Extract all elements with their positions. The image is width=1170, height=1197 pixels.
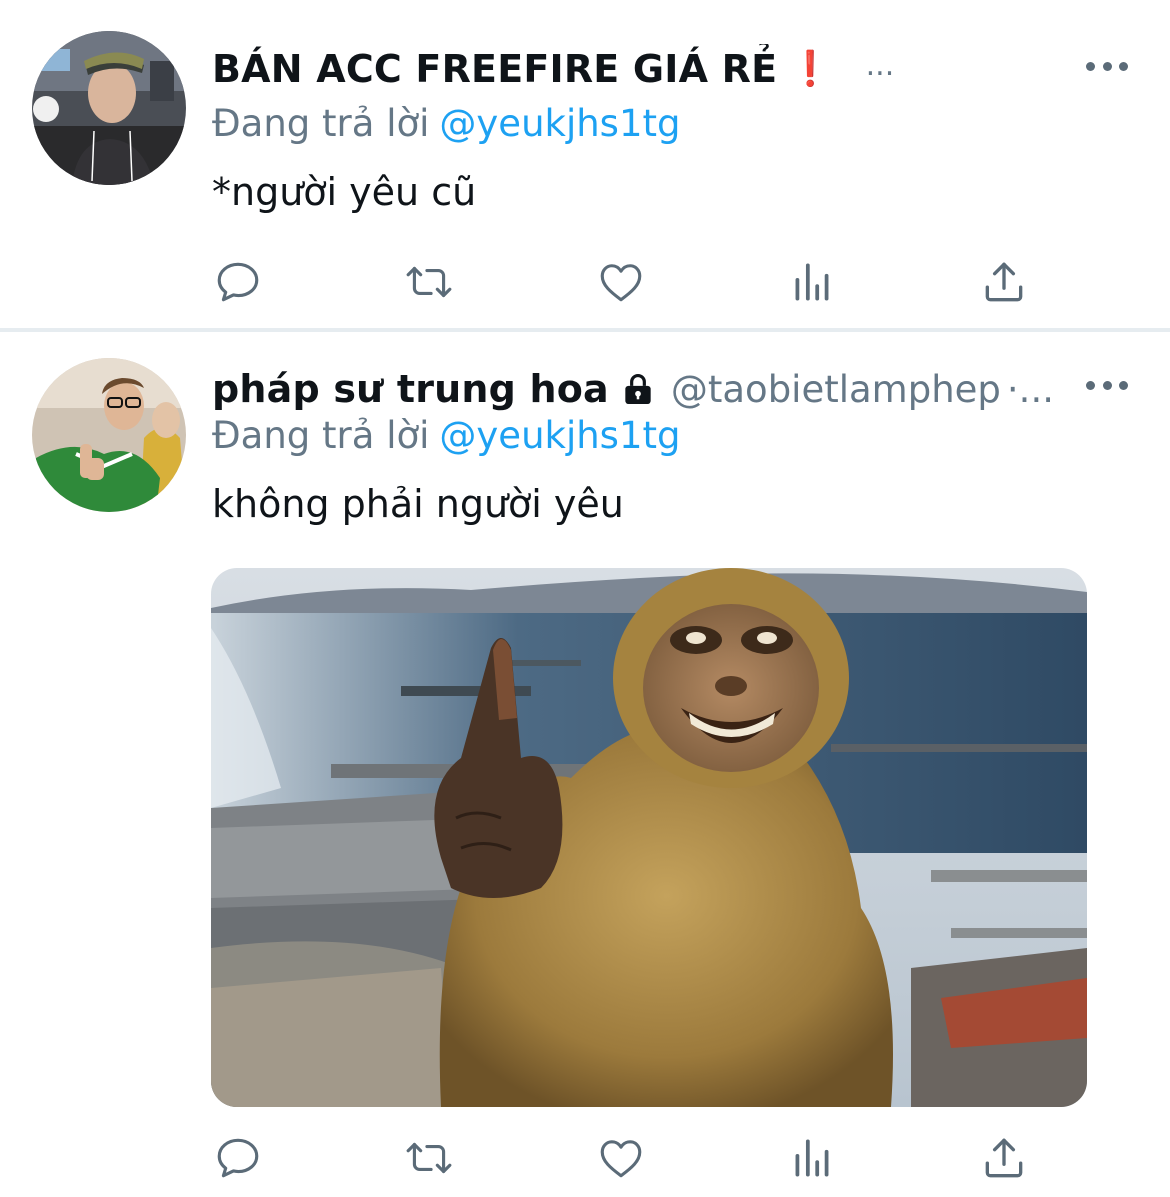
user-handle[interactable]: @taobietlamphep xyxy=(671,368,1001,411)
tweet-actions xyxy=(0,256,1170,308)
avatar[interactable] xyxy=(32,358,186,512)
retweet-icon[interactable] xyxy=(403,256,455,308)
reply-icon[interactable] xyxy=(212,1132,264,1184)
reply-prefix: Đang trả lời xyxy=(212,102,430,145)
retweet-icon[interactable] xyxy=(403,1132,455,1184)
tweet[interactable]: pháp sư trung hoa @taobietlamphep ·... Đ… xyxy=(0,332,1170,1197)
share-icon[interactable] xyxy=(978,256,1030,308)
reply-handle-link[interactable]: @yeukjhs1tg xyxy=(439,102,680,145)
tweet-header: BÁN ACC FREEFIRE GIÁ RẺ ❗ ... xyxy=(212,44,1060,94)
replying-to: Đang trả lời @yeukjhs1tg xyxy=(212,414,680,457)
tweet-text: không phải người yêu xyxy=(212,482,624,526)
share-icon[interactable] xyxy=(978,1132,1030,1184)
reply-icon[interactable] xyxy=(212,256,264,308)
handle-overflow: ·... xyxy=(1006,367,1054,411)
tweet[interactable]: BÁN ACC FREEFIRE GIÁ RẺ ❗ ... Đang trả l… xyxy=(0,0,1170,330)
reply-prefix: Đang trả lời xyxy=(212,414,430,457)
lock-icon xyxy=(619,370,657,408)
more-options-icon[interactable] xyxy=(1086,56,1128,76)
replying-to: Đang trả lời @yeukjhs1tg xyxy=(212,102,680,145)
display-name[interactable]: pháp sư trung hoa xyxy=(212,367,609,411)
like-icon[interactable] xyxy=(595,1132,647,1184)
analytics-icon[interactable] xyxy=(786,256,838,308)
display-name[interactable]: BÁN ACC FREEFIRE GIÁ RẺ xyxy=(212,47,777,91)
avatar[interactable] xyxy=(32,31,186,185)
reply-handle-link[interactable]: @yeukjhs1tg xyxy=(439,414,680,457)
tweet-text: *người yêu cũ xyxy=(212,170,477,214)
tweet-header: pháp sư trung hoa @taobietlamphep ·... xyxy=(212,364,1060,414)
analytics-icon[interactable] xyxy=(786,1132,838,1184)
name-overflow: ... xyxy=(865,47,895,83)
tweet-actions xyxy=(0,1132,1170,1184)
like-icon[interactable] xyxy=(595,256,647,308)
more-options-icon[interactable] xyxy=(1086,375,1128,395)
tweet-media-image[interactable] xyxy=(211,568,1087,1107)
exclamation-icon: ❗ xyxy=(789,49,832,89)
